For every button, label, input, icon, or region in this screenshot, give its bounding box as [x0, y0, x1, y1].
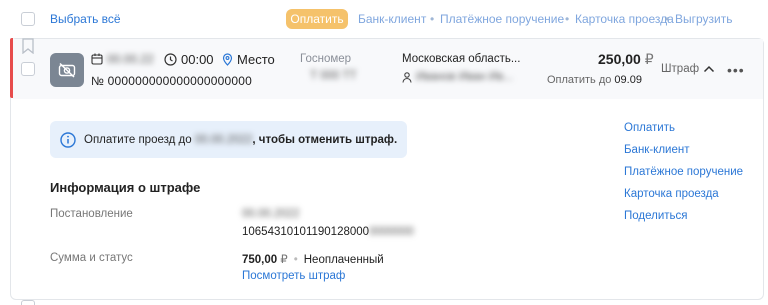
plate-value: Т 000 ТТ — [310, 70, 357, 82]
side-share-link[interactable]: Поделиться — [624, 210, 688, 222]
person-icon — [402, 71, 412, 83]
fine-checkbox[interactable] — [21, 62, 35, 76]
info-icon — [60, 131, 76, 148]
location-pin-icon — [222, 53, 233, 66]
sum-currency: ₽ — [280, 254, 288, 266]
side-bank-client-link[interactable]: Банк-клиент — [624, 144, 689, 156]
owner-line: Иванов Иван Ив... — [402, 71, 513, 83]
side-pay-link[interactable]: Оплатить — [624, 122, 675, 134]
trip-card-action[interactable]: Карточка проезда — [575, 12, 674, 26]
side-trip-card-link[interactable]: Карточка проезда — [624, 188, 719, 200]
sum-value: 750,00 — [242, 254, 278, 266]
separator-dot: • — [430, 12, 435, 26]
fine-place[interactable]: Место — [222, 52, 275, 67]
bank-client-action[interactable]: Банк-клиент — [358, 12, 426, 26]
payment-notice: Оплатите проезд до 00.00.2022, чтобы отм… — [50, 121, 407, 158]
fine-time-value: 00:00 — [181, 52, 214, 67]
sum-status-label: Сумма и статус — [50, 252, 133, 264]
bookmark-icon[interactable] — [21, 38, 35, 57]
export-action[interactable]: Выгрузить — [675, 12, 733, 26]
unpaid-marker — [10, 38, 13, 98]
view-fine-link[interactable]: Посмотреть штраф — [242, 270, 345, 282]
pay-button[interactable]: Оплатить — [286, 9, 348, 29]
next-row-checkbox[interactable] — [21, 300, 35, 305]
status-text: Неоплаченный — [303, 254, 384, 266]
select-all-link[interactable]: Выбрать всё — [50, 12, 121, 26]
fine-place-link[interactable]: Место — [237, 52, 275, 67]
notice-suffix: , чтобы отменить штраф. — [252, 133, 398, 146]
fine-card-header[interactable] — [13, 39, 763, 99]
separator-dot: • — [665, 12, 670, 26]
fine-date-value: 00.00.22 — [107, 52, 154, 66]
decree-number: 106543101011901280000000000 — [242, 226, 414, 238]
collapse-toggle[interactable]: Штраф — [661, 63, 715, 75]
select-all-checkbox[interactable] — [21, 12, 35, 26]
more-dots-icon[interactable]: ••• — [727, 62, 745, 78]
sum-status: 750,00 ₽ • Неоплаченный — [242, 254, 384, 266]
fine-date: 00.00.22 — [91, 52, 154, 66]
pay-until: Оплатить до 09.09 — [547, 74, 642, 86]
clock-icon — [164, 53, 177, 66]
side-payment-order-link[interactable]: Платёжное поручение — [624, 166, 743, 178]
chevron-up-icon — [704, 65, 715, 73]
fine-time: 00:00 — [164, 52, 214, 67]
owner-name: Иванов Иван Ив... — [416, 71, 513, 83]
info-title: Информация о штрафе — [50, 180, 201, 195]
fine-amount: 250,00 ₽ — [598, 51, 654, 67]
decree-date: 00.00.2022 — [242, 208, 300, 220]
region-label: Московская область... — [402, 53, 521, 65]
calendar-icon — [91, 53, 103, 65]
fine-type-label: Штраф — [661, 63, 700, 75]
plate-label: Госномер — [300, 53, 352, 65]
camera-off-icon — [50, 53, 84, 87]
payment-order-action[interactable]: Платёжное поручение — [440, 12, 564, 26]
notice-date: 00.00.2022 — [194, 133, 253, 146]
decree-label: Постановление — [50, 208, 133, 220]
separator-dot: • — [565, 12, 570, 26]
notice-prefix: Оплатите проезд до — [84, 133, 192, 146]
fine-number: № 000000000000000000000 — [91, 74, 252, 88]
